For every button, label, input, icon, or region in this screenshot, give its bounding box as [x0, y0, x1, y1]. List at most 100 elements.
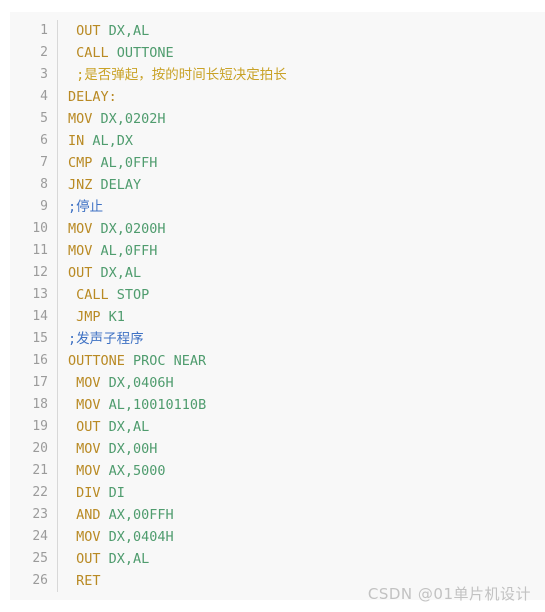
token-op: OUTTONE: [108, 45, 174, 61]
csdn-watermark: CSDN @01单片机设计: [367, 585, 531, 603]
code-line[interactable]: 19 OUT DX,AL: [10, 416, 545, 438]
code-line[interactable]: 3 ;是否弹起，按的时间长短决定拍长: [10, 64, 545, 86]
line-number: 24: [10, 526, 58, 548]
code-line[interactable]: 6 IN AL,DX: [10, 130, 545, 152]
line-content[interactable]: OUT DX,AL: [57, 262, 545, 284]
token-op: DX,0406H: [100, 375, 174, 391]
line-content[interactable]: JMP K1: [57, 306, 545, 328]
token-kw: DIV: [76, 485, 101, 501]
code-line[interactable]: 8 JNZ DELAY: [10, 174, 545, 196]
line-content[interactable]: MOV AL,10010110B: [57, 394, 545, 416]
code-line[interactable]: 20 MOV DX,00H: [10, 438, 545, 460]
line-number: 2: [10, 42, 58, 64]
line-number: 5: [10, 108, 58, 130]
code-line[interactable]: 11 MOV AL,0FFH: [10, 240, 545, 262]
token-kw: OUT: [68, 265, 93, 281]
line-content[interactable]: MOV DX,0404H: [57, 526, 545, 548]
line-content[interactable]: MOV AX,5000: [57, 460, 545, 482]
line-content[interactable]: MOV DX,0202H: [57, 108, 545, 130]
token-kw: CALL: [76, 287, 109, 303]
line-content[interactable]: MOV AL,0FFH: [57, 240, 545, 262]
line-number: 13: [10, 284, 58, 306]
token-op: DX,0202H: [92, 111, 166, 127]
token-op: DX,00H: [100, 441, 158, 457]
line-number: 26: [10, 570, 58, 592]
code-block[interactable]: 1 OUT DX,AL 2 CALL OUTTONE 3 ;是否弹起，按的时间长短决…: [10, 12, 545, 600]
token-kw: MOV: [76, 375, 101, 391]
token-kw: MOV: [76, 529, 101, 545]
line-number: 15: [10, 328, 58, 350]
line-content[interactable]: MOV DX,00H: [57, 438, 545, 460]
line-number: 9: [10, 196, 58, 218]
line-number: 25: [10, 548, 58, 570]
token-kw: CALL: [76, 45, 109, 61]
line-number: 10: [10, 218, 58, 240]
line-number: 23: [10, 504, 58, 526]
line-content[interactable]: OUT DX,AL: [57, 548, 545, 570]
code-line[interactable]: 18 MOV AL,10010110B: [10, 394, 545, 416]
code-line[interactable]: 1 OUT DX,AL: [10, 20, 545, 42]
line-content[interactable]: ;停止: [57, 196, 545, 218]
code-line[interactable]: 13 CALL STOP: [10, 284, 545, 306]
code-line[interactable]: 5 MOV DX,0202H: [10, 108, 545, 130]
line-content[interactable]: CALL STOP: [57, 284, 545, 306]
line-content[interactable]: ;发声子程序: [57, 328, 545, 350]
code-line[interactable]: 14 JMP K1: [10, 306, 545, 328]
code-line[interactable]: 23 AND AX,00FFH: [10, 504, 545, 526]
line-content[interactable]: DELAY:: [57, 86, 545, 108]
line-content[interactable]: CALL OUTTONE: [57, 42, 545, 64]
code-line[interactable]: 24 MOV DX,0404H: [10, 526, 545, 548]
token-op: AL,0FFH: [92, 155, 158, 171]
token-kw: MOV: [68, 221, 93, 237]
line-number: 11: [10, 240, 58, 262]
token-kw: MOV: [76, 463, 101, 479]
token-op: DX,0200H: [92, 221, 166, 237]
token-op: DX,AL: [100, 419, 150, 435]
code-line[interactable]: 7 CMP AL,0FFH: [10, 152, 545, 174]
code-line[interactable]: 4 DELAY:: [10, 86, 545, 108]
code-line[interactable]: 17 MOV DX,0406H: [10, 372, 545, 394]
token-op: AL,0FFH: [92, 243, 158, 259]
token-kw: MOV: [68, 111, 93, 127]
token-op: DX,0404H: [100, 529, 174, 545]
code-line[interactable]: 15 ;发声子程序: [10, 328, 545, 350]
code-line[interactable]: 16 OUTTONE PROC NEAR: [10, 350, 545, 372]
token-kw: OUT: [76, 23, 101, 39]
line-content[interactable]: OUT DX,AL: [57, 416, 545, 438]
line-number: 14: [10, 306, 58, 328]
code-line[interactable]: 25 OUT DX,AL: [10, 548, 545, 570]
line-number: 17: [10, 372, 58, 394]
line-content[interactable]: AND AX,00FFH: [57, 504, 545, 526]
code-line[interactable]: 2 CALL OUTTONE: [10, 42, 545, 64]
line-content[interactable]: JNZ DELAY: [57, 174, 545, 196]
line-number: 3: [10, 64, 58, 86]
code-line[interactable]: 21 MOV AX,5000: [10, 460, 545, 482]
code-line[interactable]: 10 MOV DX,0200H: [10, 218, 545, 240]
token-op: AX,5000: [100, 463, 166, 479]
line-content[interactable]: CMP AL,0FFH: [57, 152, 545, 174]
line-content[interactable]: IN AL,DX: [57, 130, 545, 152]
line-content[interactable]: DIV DI: [57, 482, 545, 504]
code-line[interactable]: 22 DIV DI: [10, 482, 545, 504]
code-line[interactable]: 9 ;停止: [10, 196, 545, 218]
token-kw: MOV: [76, 397, 101, 413]
line-content[interactable]: MOV DX,0200H: [57, 218, 545, 240]
token-op: AX,00FFH: [100, 507, 174, 523]
token-kw: RET: [76, 573, 101, 589]
code-lines-body: 1 OUT DX,AL 2 CALL OUTTONE 3 ;是否弹起，按的时间长短决…: [10, 20, 545, 592]
code-line[interactable]: 12 OUT DX,AL: [10, 262, 545, 284]
line-number: 18: [10, 394, 58, 416]
token-op: STOP: [108, 287, 150, 303]
token-op: DX,AL: [92, 265, 142, 281]
line-content[interactable]: OUT DX,AL: [57, 20, 545, 42]
token-comment-blue: ;停止: [68, 199, 104, 215]
line-content[interactable]: MOV DX,0406H: [57, 372, 545, 394]
line-content[interactable]: OUTTONE PROC NEAR: [57, 350, 545, 372]
line-content[interactable]: ;是否弹起，按的时间长短决定拍长: [57, 64, 545, 86]
